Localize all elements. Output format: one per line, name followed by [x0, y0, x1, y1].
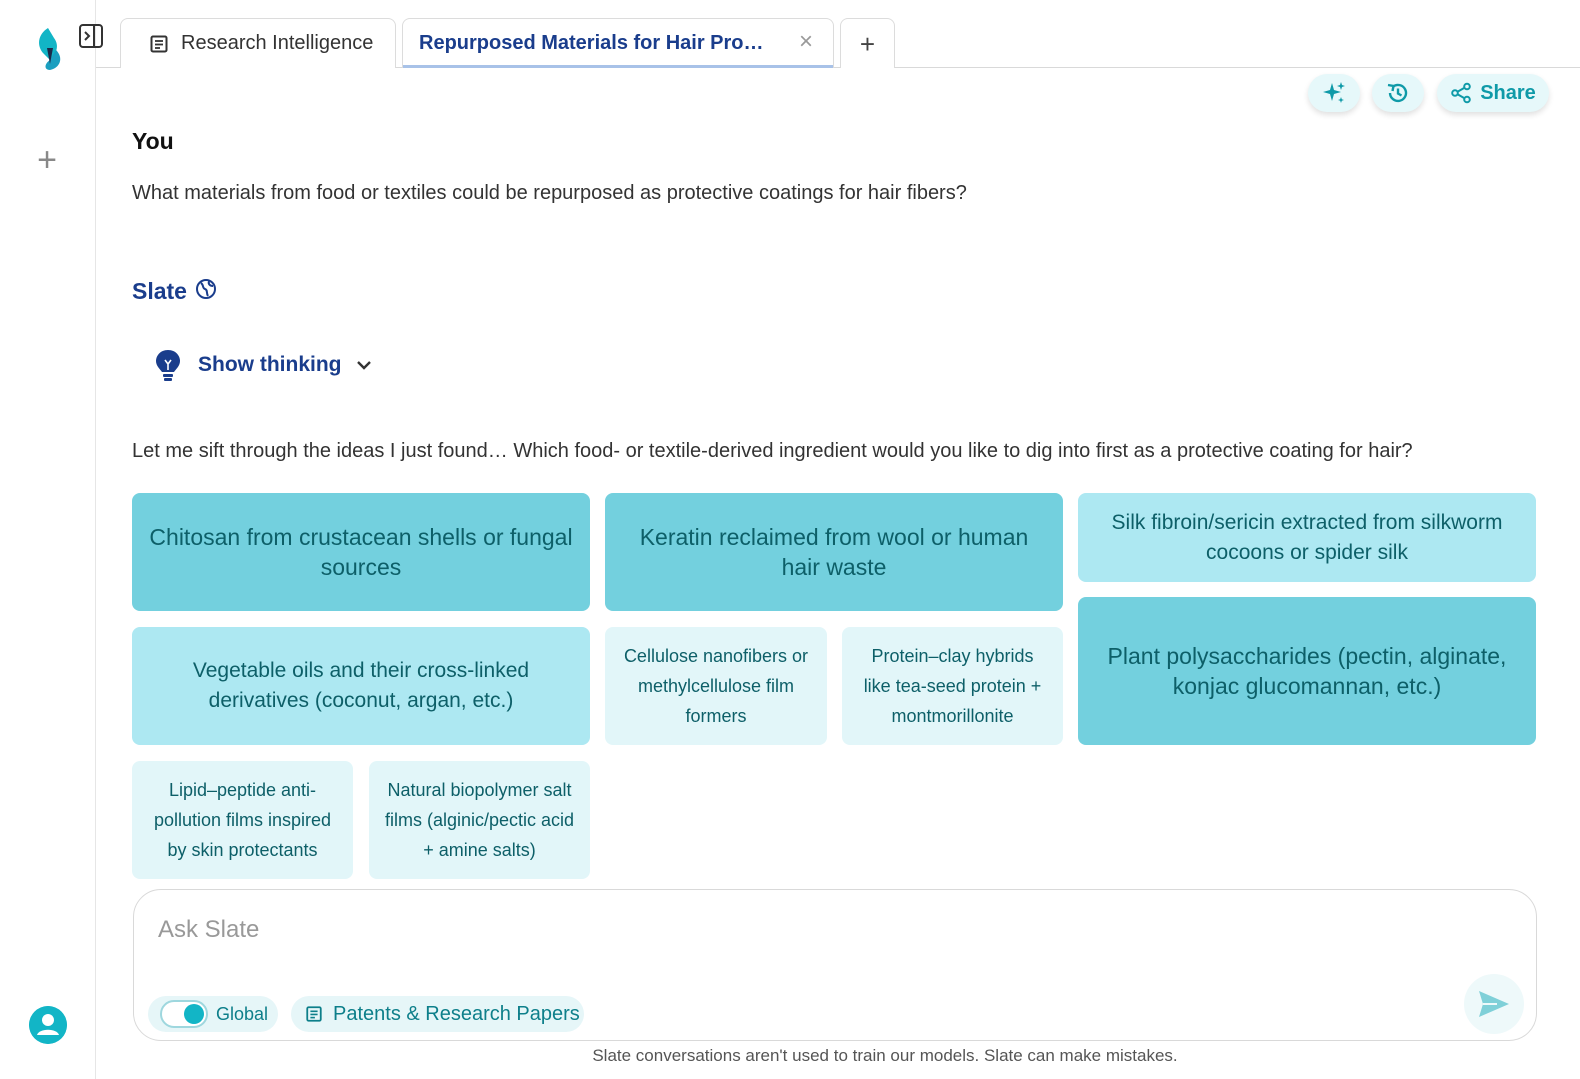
option-text: Chitosan from crustacean shells or funga… — [149, 524, 573, 580]
share-icon — [1451, 82, 1472, 104]
option-card-lipid-peptide[interactable]: Lipid–peptide anti-pollution films inspi… — [132, 761, 353, 879]
option-text: Vegetable oils and their cross-linked de… — [192, 659, 530, 712]
tab-repurposed-materials[interactable]: Repurposed Materials for Hair Pro… × — [402, 18, 834, 68]
tab-research-intelligence[interactable]: Research Intelligence — [120, 18, 396, 68]
user-label: You — [132, 128, 174, 154]
assistant-prompt: Let me sift through the ideas I just fou… — [132, 440, 1413, 462]
ask-composer: Global Patents & Research Papers — [133, 889, 1537, 1041]
option-card-biopolymer-salt[interactable]: Natural biopolymer salt films (alginic/p… — [369, 761, 590, 879]
document-icon — [150, 35, 168, 52]
close-icon[interactable]: × — [795, 30, 817, 54]
option-text: Silk fibroin/sericin extracted from silk… — [1111, 510, 1503, 564]
document-icon — [306, 1006, 322, 1022]
globe-icon — [195, 278, 216, 299]
option-text: Natural biopolymer salt films (alginic/p… — [384, 780, 575, 860]
show-thinking-label: Show thinking — [198, 353, 342, 376]
global-scope-toggle[interactable]: Global — [148, 996, 278, 1032]
history-button[interactable] — [1372, 74, 1424, 112]
tab-label: Repurposed Materials for Hair Pro… — [419, 32, 764, 54]
tab-bar: Research Intelligence Repurposed Materia… — [96, 0, 1580, 68]
new-tab-button[interactable]: + — [840, 18, 895, 68]
option-card-vegetable-oils[interactable]: Vegetable oils and their cross-linked de… — [132, 627, 590, 745]
slate-logo-icon[interactable] — [30, 24, 70, 72]
plus-icon: + — [859, 28, 876, 59]
option-card-protein-clay[interactable]: Protein–clay hybrids like tea-seed prote… — [842, 627, 1063, 745]
option-card-cellulose[interactable]: Cellulose nanofibers or methylcellulose … — [605, 627, 827, 745]
user-question: What materials from food or textiles cou… — [132, 182, 967, 204]
option-text: Lipid–peptide anti-pollution films inspi… — [153, 780, 332, 860]
option-text: Protein–clay hybrids like tea-seed prote… — [863, 646, 1042, 726]
option-text: Plant polysaccharides (pectin, alginate,… — [1107, 643, 1507, 699]
show-thinking-toggle[interactable]: Show thinking — [154, 348, 375, 382]
user-avatar-icon[interactable] — [29, 1006, 67, 1044]
tab-label: Research Intelligence — [181, 32, 374, 54]
option-card-silk[interactable]: Silk fibroin/sericin extracted from silk… — [1078, 493, 1536, 582]
send-icon — [1479, 991, 1509, 1017]
lightbulb-icon — [156, 350, 180, 381]
option-card-polysaccharides[interactable]: Plant polysaccharides (pectin, alginate,… — [1078, 597, 1536, 745]
disclaimer-text: Slate conversations aren't used to train… — [592, 1046, 1178, 1065]
chevron-down-icon — [357, 361, 372, 370]
option-card-keratin[interactable]: Keratin reclaimed from wool or human hai… — [605, 493, 1063, 611]
ai-sparkle-button[interactable] — [1308, 74, 1360, 112]
history-icon — [1387, 83, 1408, 103]
share-label: Share — [1480, 81, 1536, 104]
new-chat-plus-icon[interactable]: + — [33, 143, 61, 177]
ask-input[interactable] — [158, 910, 1358, 950]
assistant-label: Slate — [132, 278, 187, 304]
left-rail: + — [0, 0, 103, 1079]
source-filter-label: Patents & Research Papers — [333, 1002, 580, 1025]
global-toggle-label: Global — [216, 1003, 269, 1024]
option-card-chitosan[interactable]: Chitosan from crustacean shells or funga… — [132, 493, 590, 611]
share-button[interactable]: Share — [1437, 74, 1549, 112]
send-button[interactable] — [1464, 974, 1524, 1034]
assistant-header: Slate — [132, 278, 217, 305]
option-text: Keratin reclaimed from wool or human hai… — [639, 524, 1029, 580]
sparkle-icon — [1323, 82, 1345, 103]
option-text: Cellulose nanofibers or methylcellulose … — [623, 646, 809, 726]
toggle-switch[interactable] — [160, 1000, 208, 1028]
toggle-knob — [184, 1004, 204, 1024]
source-filter-button[interactable]: Patents & Research Papers — [291, 996, 584, 1032]
